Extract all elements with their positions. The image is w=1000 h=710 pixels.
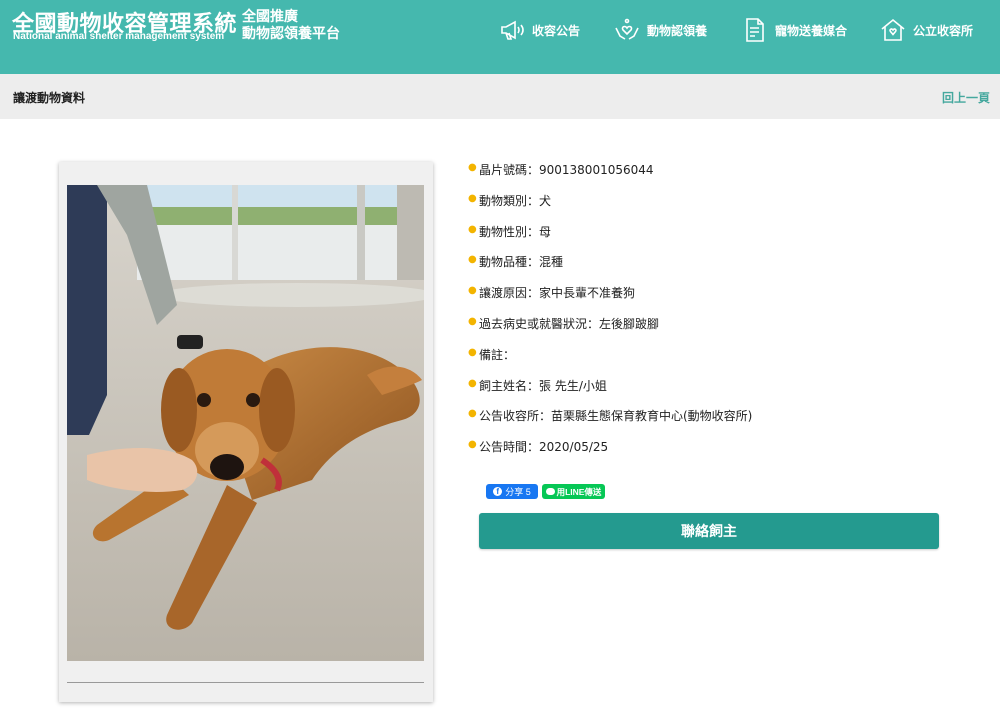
animal-details-list: ● 晶片號碼：900138001056044 ● 動物類別：犬 ● 動物性別：母 ● 動… xyxy=(466,160,946,468)
contact-owner-button[interactable]: 聯絡飼主 xyxy=(479,513,939,549)
line-share-label: 用LINE傳送 xyxy=(556,486,602,497)
bullet-icon: ● xyxy=(468,439,477,451)
line-share-button[interactable]: 用LINE傳送 xyxy=(542,484,605,499)
bullet-icon: ● xyxy=(468,254,477,266)
detail-animal-type: ● 動物類別：犬 xyxy=(466,191,946,222)
detail-text: 讓渡原因：家中長輩不准養狗 xyxy=(479,286,636,301)
facebook-share-button[interactable]: f 分享 5 xyxy=(486,484,538,499)
line-icon xyxy=(545,488,555,495)
nav-label: 收容公告 xyxy=(532,23,581,38)
adopt-hands-icon xyxy=(615,18,639,40)
detail-announce-date: ● 公告時間：2020/05/25 xyxy=(466,437,946,468)
bullet-icon: ● xyxy=(468,162,477,173)
document-icon xyxy=(746,18,764,42)
nav-adoption[interactable]: 動物認領養 xyxy=(613,16,707,44)
site-side-line1: 全國推廣 xyxy=(242,9,298,25)
detail-text: 晶片號碼：900138001056044 xyxy=(479,163,654,177)
nav-label: 公立收容所 xyxy=(913,23,974,38)
detail-text: 動物性別：母 xyxy=(479,224,552,239)
detail-remarks: ● 備註： xyxy=(466,345,946,376)
facebook-icon: f xyxy=(493,487,503,496)
shelter-house-icon xyxy=(881,18,905,41)
site-side-line2: 動物認領養平台 xyxy=(242,26,340,42)
detail-animal-sex: ● 動物性別：母 xyxy=(466,222,946,253)
detail-text: 備註： xyxy=(479,347,516,362)
bullet-icon: ● xyxy=(468,192,477,204)
photo-divider xyxy=(67,682,424,683)
nav-label: 寵物送養媒合 xyxy=(775,23,848,38)
bullet-icon: ● xyxy=(468,377,477,389)
detail-animal-breed: ● 動物品種：混種 xyxy=(466,252,946,283)
bullet-icon: ● xyxy=(468,408,477,420)
nav-pet-rehoming[interactable]: 寵物送養媒合 xyxy=(741,16,847,44)
detail-transfer-reason: ● 讓渡原因：家中長輩不准養狗 xyxy=(466,283,946,314)
nav-public-shelter[interactable]: 公立收容所 xyxy=(879,16,973,44)
sub-header-bar: 讓渡動物資料 回上一頁 xyxy=(0,74,1000,119)
facebook-share-label: 分享 5 xyxy=(505,487,531,497)
nav-shelter-announcement[interactable]: 收容公告 xyxy=(498,16,580,44)
detail-text: 過去病史或就醫狀況：左後腳跛腳 xyxy=(479,316,660,331)
bullet-icon: ● xyxy=(468,223,477,235)
detail-medical-history: ● 過去病史或就醫狀況：左後腳跛腳 xyxy=(466,314,946,345)
bullet-icon: ● xyxy=(468,285,477,297)
detail-text: 公告收容所：苗栗縣生態保育教育中心(動物收容所) xyxy=(479,409,753,424)
back-link[interactable]: 回上一頁 xyxy=(942,89,990,106)
detail-text: 公告時間：2020/05/25 xyxy=(479,440,609,455)
site-side-title: 全國推廣 動物認領養平台 xyxy=(242,9,340,43)
site-header: 全國動物收容管理系統 National animal shelter manag… xyxy=(0,0,1000,74)
detail-text: 飼主姓名：張 先生/小姐 xyxy=(479,378,607,393)
bullet-icon: ● xyxy=(468,346,477,358)
detail-text: 動物品種：混種 xyxy=(479,255,564,270)
nav-label: 動物認領養 xyxy=(647,23,708,38)
animal-photo-card xyxy=(59,162,433,702)
animal-photo[interactable] xyxy=(67,185,424,661)
detail-owner-name: ● 飼主姓名：張 先生/小姐 xyxy=(466,376,946,407)
detail-text: 動物類別：犬 xyxy=(479,193,552,208)
detail-chip-number: ● 晶片號碼：900138001056044 xyxy=(466,160,946,191)
bullet-icon: ● xyxy=(468,315,477,327)
site-subtitle: National animal shelter management syste… xyxy=(13,31,225,42)
megaphone-icon xyxy=(501,20,524,40)
detail-shelter: ● 公告收容所：苗栗縣生態保育教育中心(動物收容所) xyxy=(466,406,946,437)
page-title: 讓渡動物資料 xyxy=(13,91,86,105)
